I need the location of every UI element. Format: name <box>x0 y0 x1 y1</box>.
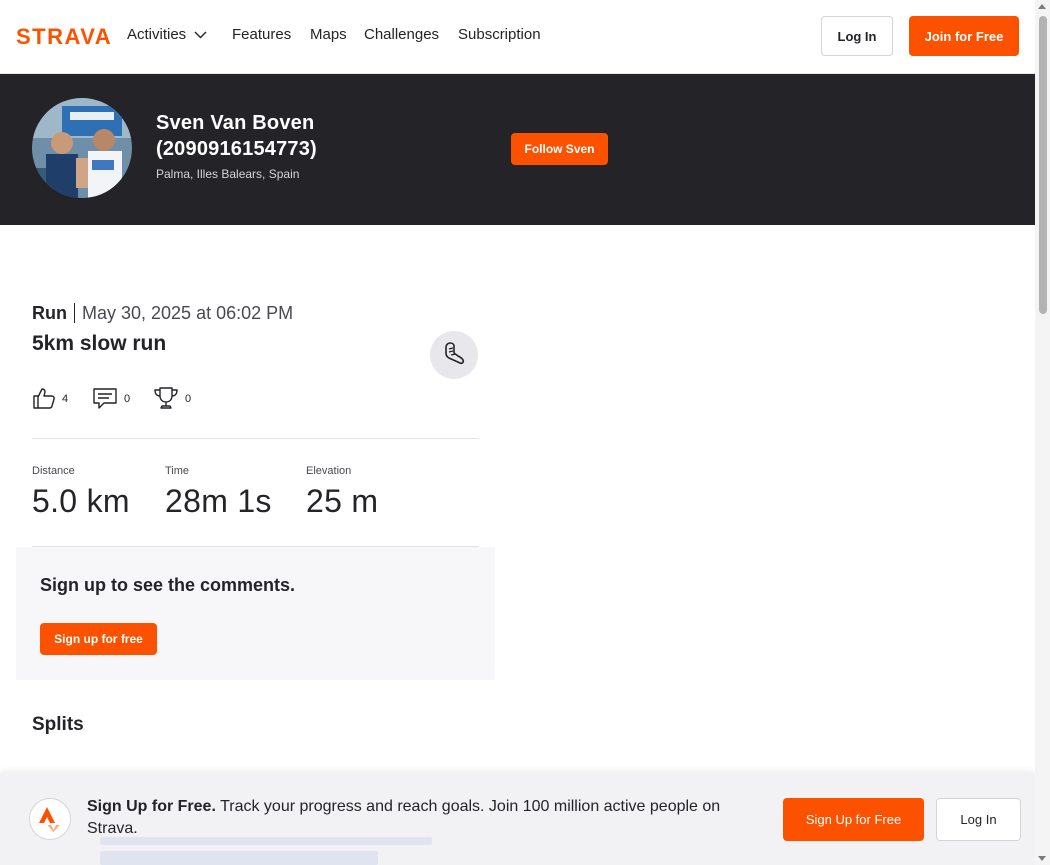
kudos-button[interactable]: 4 <box>32 385 68 413</box>
strava-logo[interactable]: STRAVA <box>16 24 111 51</box>
comments-count: 0 <box>124 393 131 405</box>
shoe-icon <box>441 340 467 371</box>
stat-distance: Distance 5.0 km <box>32 465 130 520</box>
scroll-up-arrow-icon[interactable] <box>1038 4 1046 9</box>
sticky-login-button[interactable]: Log In <box>936 798 1021 841</box>
sticky-signup-button[interactable]: Sign Up for Free <box>783 798 924 841</box>
join-for-free-button[interactable]: Join for Free <box>909 16 1019 56</box>
nav-features[interactable]: Features <box>232 26 291 44</box>
kudos-count: 4 <box>62 393 69 405</box>
nav-activities-label: Activities <box>127 26 187 43</box>
sticky-banner-text: Sign Up for Free. Track your progress an… <box>87 796 767 840</box>
trophy-icon <box>153 386 179 413</box>
activity-header: Run May 30, 2025 at 06:02 PM <box>32 300 293 326</box>
athlete-avatar[interactable] <box>32 98 132 198</box>
stat-time: Time 28m 1s <box>165 465 272 520</box>
divider <box>32 438 479 439</box>
achievements-button[interactable]: 0 <box>153 385 191 413</box>
scroll-down-arrow-icon[interactable] <box>1038 856 1046 861</box>
stat-elevation: Elevation 25 m <box>306 465 378 520</box>
stat-value: 5.0 km <box>32 483 130 519</box>
top-navigation: STRAVA Activities Features Maps Challeng… <box>0 0 1035 74</box>
nav-activities[interactable]: Activities <box>127 26 207 44</box>
page-scrollbar[interactable] <box>1035 0 1050 865</box>
nav-maps[interactable]: Maps <box>310 26 347 44</box>
sport-type-badge <box>430 331 478 379</box>
thumbs-up-icon <box>32 386 56 413</box>
activity-page: STRAVA Activities Features Maps Challeng… <box>0 0 1035 865</box>
athlete-name[interactable]: Sven Van Boven (2090916154773) <box>156 110 396 162</box>
stat-label: Distance <box>32 465 75 477</box>
activity-type: Run <box>32 303 75 323</box>
login-button[interactable]: Log In <box>821 16 893 56</box>
activity-title: 5km slow run <box>32 332 167 355</box>
comments-button[interactable]: 0 <box>92 385 130 413</box>
signup-for-free-button[interactable]: Sign up for free <box>40 623 157 655</box>
athlete-location: Palma, Illes Balears, Spain <box>156 167 300 181</box>
stat-label: Time <box>165 465 190 477</box>
comments-signup-box: Sign up to see the comments. Sign up for… <box>16 547 495 680</box>
sticky-signup-banner: Sign Up for Free. Track your progress an… <box>0 773 1035 865</box>
comment-icon <box>92 386 118 413</box>
nav-challenges[interactable]: Challenges <box>364 26 439 44</box>
scrollbar-thumb[interactable] <box>1039 16 1047 314</box>
splits-heading: Splits <box>32 714 84 735</box>
chevron-down-icon <box>194 26 207 44</box>
achievements-count: 0 <box>185 393 192 405</box>
splits-placeholder-bar <box>100 851 378 865</box>
stat-value: 25 m <box>306 483 379 519</box>
athlete-banner: Sven Van Boven (2090916154773) Palma, Il… <box>0 74 1035 225</box>
comments-signup-title: Sign up to see the comments. <box>40 575 296 595</box>
strava-app-icon <box>29 798 71 840</box>
activity-date: May 30, 2025 at 06:02 PM <box>82 303 294 323</box>
follow-button[interactable]: Follow Sven <box>511 133 608 165</box>
svg-text:STRAVA: STRAVA <box>16 26 111 46</box>
stat-label: Elevation <box>306 465 352 477</box>
stat-value: 28m 1s <box>165 483 272 519</box>
sticky-banner-bold: Sign Up for Free. <box>87 798 216 815</box>
nav-subscription[interactable]: Subscription <box>458 26 541 44</box>
